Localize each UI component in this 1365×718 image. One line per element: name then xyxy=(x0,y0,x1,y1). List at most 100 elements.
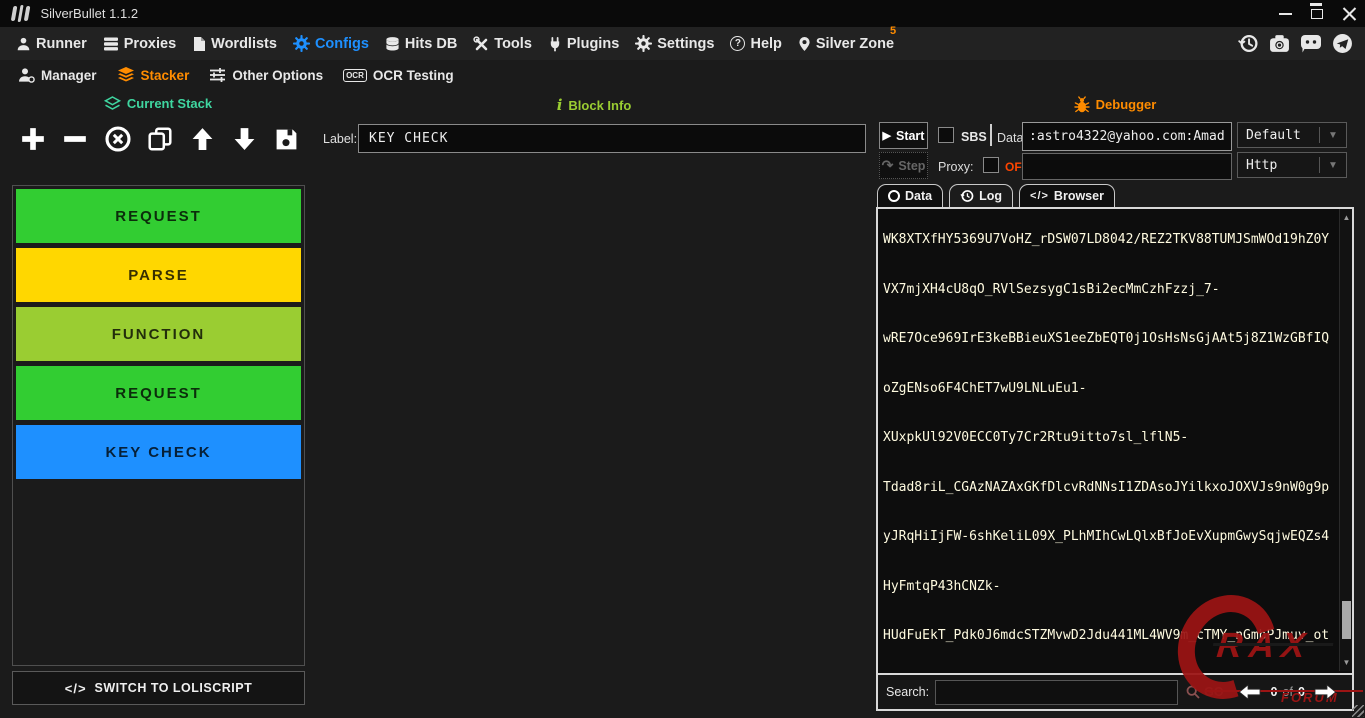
submenu-other-options[interactable]: Other Options xyxy=(199,67,333,83)
app-logo-icon xyxy=(11,6,30,22)
tab-browser[interactable]: </> Browser xyxy=(1019,184,1115,207)
move-up-button[interactable] xyxy=(185,122,219,156)
silver-zone-badge: 5 xyxy=(890,25,896,37)
submenu-manager[interactable]: Manager xyxy=(8,67,107,83)
data-ring-icon xyxy=(888,190,900,202)
hitsdb-database-icon xyxy=(385,36,400,52)
menu-settings[interactable]: Settings xyxy=(627,27,722,60)
scrollbar-thumb[interactable] xyxy=(1342,601,1351,639)
log-line: Tdad8riL_CGAzNAZAxGKfDlcvRdNNsI1ZDAsoJYi… xyxy=(883,480,1339,497)
tab-log[interactable]: Log xyxy=(949,184,1013,207)
menu-runner-label: Runner xyxy=(36,36,87,52)
debugger-tabs: Data Log </> Browser xyxy=(877,184,1115,207)
magnifier-icon xyxy=(1186,685,1200,699)
log-line: wRE7Oce969IrE3keBBieuXS1eeZbEQT0j1OsHsNs… xyxy=(883,331,1339,348)
menu-help-label: Help xyxy=(750,36,781,52)
step-arrow-icon: ↷ xyxy=(882,157,894,174)
tab-data[interactable]: Data xyxy=(877,184,943,207)
add-block-button[interactable] xyxy=(16,122,50,156)
wordlist-type-dropdown[interactable]: Default ▼ xyxy=(1237,122,1347,148)
history-icon[interactable] xyxy=(1238,33,1259,54)
menu-proxies-label: Proxies xyxy=(124,36,176,52)
menu-plugins-label: Plugins xyxy=(567,36,619,52)
proxy-type-dropdown[interactable]: Http ▼ xyxy=(1237,152,1347,178)
menu-proxies[interactable]: Proxies xyxy=(95,27,184,60)
submenu-ocr-testing[interactable]: OCR OCR Testing xyxy=(333,68,464,83)
plugins-plug-icon xyxy=(548,36,562,52)
clear-stack-button[interactable] xyxy=(101,122,135,156)
log-history-icon xyxy=(960,189,974,203)
label-caption: Label: xyxy=(323,132,357,146)
sbs-label: SBS xyxy=(961,130,987,144)
menu-silver-zone-label: Silver Zone xyxy=(816,36,894,52)
title-bar: SilverBullet 1.1.2 xyxy=(0,0,1365,27)
block-label-input[interactable] xyxy=(358,124,866,153)
submenu-manager-label: Manager xyxy=(41,68,97,83)
scroll-up-icon[interactable]: ▲ xyxy=(1340,211,1353,224)
switch-to-loliscript-button[interactable]: </> SWITCH TO LOLISCRIPT xyxy=(12,671,305,705)
controls-separator xyxy=(990,124,992,146)
log-scrollbar[interactable]: ▲ ▼ xyxy=(1339,209,1352,671)
move-down-button[interactable] xyxy=(228,122,262,156)
stack-block-function[interactable]: FUNCTION xyxy=(16,307,301,361)
menu-wordlists[interactable]: Wordlists xyxy=(184,27,285,60)
discord-icon[interactable] xyxy=(1300,34,1322,54)
menu-plugins[interactable]: Plugins xyxy=(540,27,627,60)
proxies-server-icon xyxy=(103,36,119,52)
wordlists-document-icon xyxy=(192,36,206,52)
debug-data-input[interactable] xyxy=(1022,122,1232,151)
clone-block-button[interactable] xyxy=(143,122,177,156)
prev-match-button[interactable] xyxy=(1238,684,1262,700)
silver-zone-pin-icon xyxy=(798,36,811,52)
debugger-header: Debugger xyxy=(876,96,1354,113)
runner-person-icon xyxy=(16,36,31,52)
switch-to-loliscript-label: SWITCH TO LOLISCRIPT xyxy=(95,681,253,695)
minimize-button[interactable] xyxy=(1269,0,1301,27)
configs-sub-menu: Manager Stacker Other Options OCR OCR Te… xyxy=(0,60,1365,90)
sbs-checkbox[interactable] xyxy=(938,127,954,143)
log-view[interactable]: WK8XTXfHY5369U7VoHZ_rDSW07LD8042/REZ2TKV… xyxy=(878,209,1339,671)
menu-configs[interactable]: Configs xyxy=(285,27,377,60)
minimize-icon xyxy=(1279,13,1292,15)
remove-block-button[interactable] xyxy=(58,122,92,156)
stack-toolbar xyxy=(16,118,304,160)
current-stack-header: Current Stack xyxy=(0,96,316,111)
proxy-checkbox[interactable] xyxy=(983,157,999,173)
search-caption: Search: xyxy=(886,685,929,699)
telegram-icon[interactable] xyxy=(1332,33,1353,54)
current-stack-layers-icon xyxy=(104,96,121,111)
stack-block-request-2[interactable]: REQUEST xyxy=(16,366,301,420)
manager-person-gear-icon xyxy=(18,67,35,83)
scroll-down-icon[interactable]: ▼ xyxy=(1340,656,1353,669)
block-info-header: i Block Info xyxy=(322,96,866,114)
stack-block-request-1[interactable]: REQUEST xyxy=(16,189,301,243)
log-search-input[interactable] xyxy=(935,680,1178,705)
menu-runner[interactable]: Runner xyxy=(8,27,95,60)
stack-block-keycheck[interactable]: KEY CHECK xyxy=(16,425,301,479)
proxy-input[interactable] xyxy=(1022,153,1232,180)
search-go-button[interactable]: GO xyxy=(1186,685,1223,699)
match-counter: 0of0 xyxy=(1271,685,1305,699)
menu-wordlists-label: Wordlists xyxy=(211,36,277,52)
stack-block-parse-1[interactable]: PARSE xyxy=(16,248,301,302)
settings-gear-icon xyxy=(635,35,652,52)
menu-hitsdb[interactable]: Hits DB xyxy=(377,27,465,60)
sliders-icon xyxy=(209,67,226,83)
silverbullet-window: SilverBullet 1.1.2 Runner Proxies Wordli… xyxy=(0,0,1365,718)
log-line: WK8XTXfHY5369U7VoHZ_rDSW07LD8042/REZ2TKV… xyxy=(883,232,1339,249)
close-button[interactable] xyxy=(1333,0,1365,27)
menu-tools[interactable]: Tools xyxy=(465,27,540,60)
next-match-button[interactable] xyxy=(1313,684,1337,700)
start-button[interactable]: ▶ Start xyxy=(879,122,928,149)
maximize-button[interactable] xyxy=(1301,0,1333,27)
camera-icon[interactable] xyxy=(1269,34,1290,53)
resize-grip[interactable] xyxy=(1352,705,1364,717)
play-icon: ▶ xyxy=(883,129,891,142)
save-config-button[interactable] xyxy=(270,122,304,156)
tools-wrench-icon xyxy=(473,36,489,52)
submenu-stacker[interactable]: Stacker xyxy=(107,67,200,83)
menu-silver-zone[interactable]: 5 Silver Zone xyxy=(790,27,902,60)
step-button[interactable]: ↷ Step xyxy=(879,152,928,179)
browser-code-icon: </> xyxy=(1030,190,1049,202)
menu-help[interactable]: ? Help xyxy=(722,27,789,60)
